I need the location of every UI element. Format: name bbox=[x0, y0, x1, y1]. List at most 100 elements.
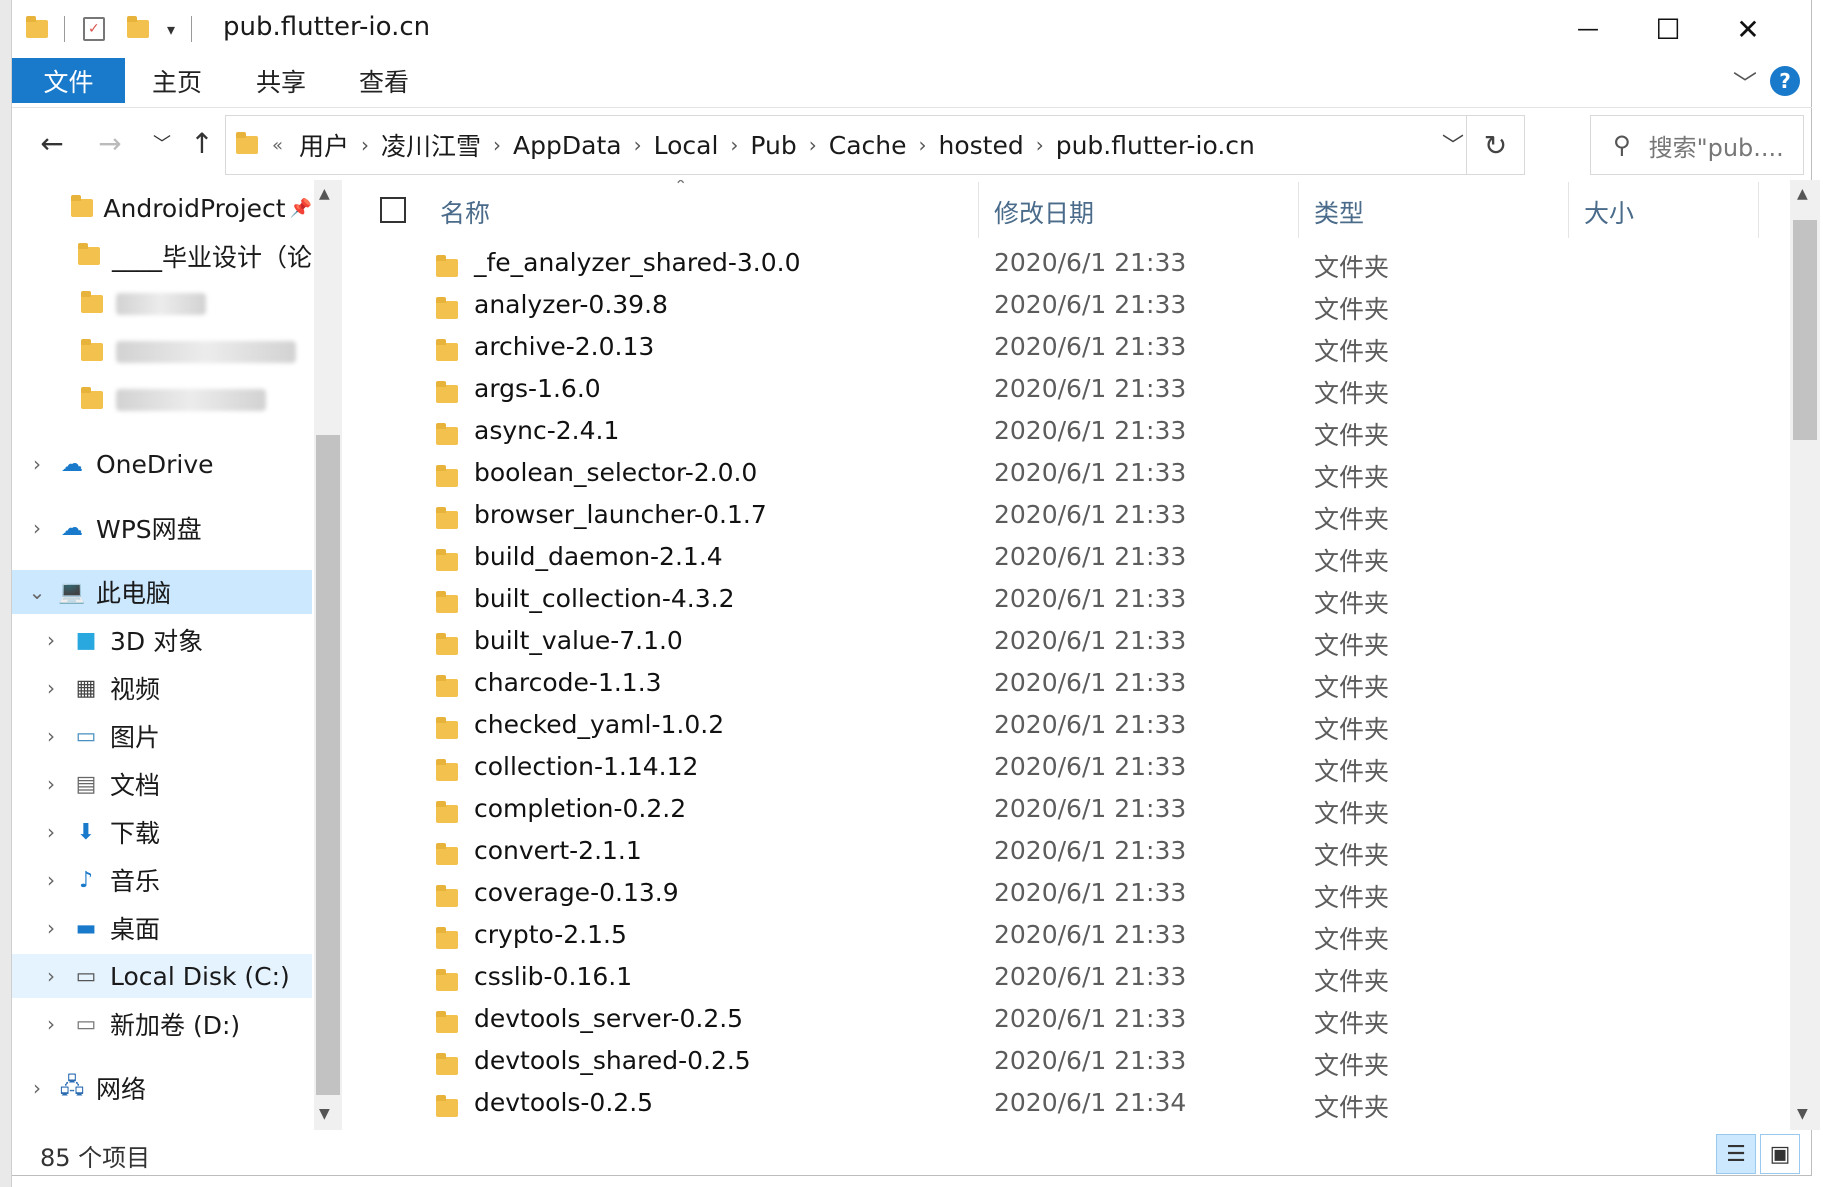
tab-home[interactable]: 主页 bbox=[152, 58, 202, 103]
expand-chevron-icon[interactable]: › bbox=[40, 724, 62, 748]
expand-chevron-icon[interactable]: › bbox=[40, 676, 62, 700]
search-input[interactable]: ⚲ 搜索"pub.... bbox=[1590, 115, 1804, 175]
up-button[interactable]: ↑ bbox=[182, 123, 222, 163]
nav-item-3d-objects[interactable]: › ■ 3D 对象 bbox=[12, 618, 312, 662]
breadcrumb-item[interactable]: Cache bbox=[821, 131, 915, 160]
nav-item-local-disk-c[interactable]: › ▭ Local Disk (C:) bbox=[12, 954, 312, 998]
nav-item-music[interactable]: › ♪ 音乐 bbox=[12, 858, 312, 902]
expand-chevron-icon[interactable]: › bbox=[26, 516, 48, 540]
scroll-down-arrow-icon[interactable]: ▼ bbox=[319, 1106, 330, 1122]
column-divider[interactable] bbox=[1568, 182, 1569, 238]
large-icons-view-button[interactable]: ▣ bbox=[1760, 1134, 1800, 1174]
breadcrumb-item-current[interactable]: pub.flutter-io.cn bbox=[1048, 131, 1263, 160]
expand-chevron-icon[interactable]: › bbox=[40, 964, 62, 988]
pin-icon[interactable]: 📌 bbox=[290, 198, 312, 219]
table-row[interactable]: build_daemon-2.1.4 2020/6/1 21:33 文件夹 bbox=[358, 536, 1778, 578]
minimize-button[interactable]: — bbox=[1548, 4, 1628, 54]
expand-chevron-icon[interactable]: › bbox=[26, 452, 48, 476]
table-row[interactable]: crypto-2.1.5 2020/6/1 21:33 文件夹 bbox=[358, 914, 1778, 956]
nav-item-downloads[interactable]: › ⬇ 下载 bbox=[12, 810, 312, 854]
chevron-right-icon[interactable]: › bbox=[805, 133, 821, 157]
column-header-type[interactable]: 类型 bbox=[1314, 194, 1364, 230]
table-row[interactable]: _fe_analyzer_shared-3.0.0 2020/6/1 21:33 文… bbox=[358, 242, 1778, 284]
nav-item-wps[interactable]: › ☁ WPS网盘 bbox=[12, 506, 312, 550]
table-row[interactable]: built_collection-4.3.2 2020/6/1 21:33 文件夹 bbox=[358, 578, 1778, 620]
folder-icon[interactable] bbox=[26, 16, 48, 38]
nav-item-documents[interactable]: › ▤ 文档 bbox=[12, 762, 312, 806]
maximize-button[interactable]: ☐ bbox=[1628, 4, 1708, 54]
properties-icon[interactable]: ✓ bbox=[83, 17, 105, 41]
breadcrumb-item[interactable]: AppData bbox=[505, 131, 630, 160]
nav-item-thesis[interactable]: ____毕业设计（论 bbox=[12, 234, 312, 278]
nav-item-onedrive[interactable]: › ☁ OneDrive bbox=[12, 442, 312, 486]
table-row[interactable]: async-2.4.1 2020/6/1 21:33 文件夹 bbox=[358, 410, 1778, 452]
help-button[interactable]: ? bbox=[1770, 66, 1800, 96]
nav-item-blurred[interactable] bbox=[12, 282, 312, 326]
address-history-chevron-icon[interactable]: ﹀ bbox=[1442, 128, 1464, 160]
table-row[interactable]: boolean_selector-2.0.0 2020/6/1 21:33 文件夹 bbox=[358, 452, 1778, 494]
expand-chevron-icon[interactable]: › bbox=[26, 1076, 48, 1100]
expand-chevron-icon[interactable]: › bbox=[40, 916, 62, 940]
table-row[interactable]: coverage-0.13.9 2020/6/1 21:33 文件夹 bbox=[358, 872, 1778, 914]
breadcrumb-item[interactable]: hosted bbox=[931, 131, 1032, 160]
expand-ribbon-chevron-icon[interactable]: ﹀ bbox=[1733, 64, 1757, 99]
scroll-up-arrow-icon[interactable]: ▲ bbox=[1797, 186, 1808, 202]
breadcrumb-item[interactable]: Local bbox=[646, 131, 727, 160]
table-row[interactable]: collection-1.14.12 2020/6/1 21:33 文件夹 bbox=[358, 746, 1778, 788]
table-row[interactable]: analyzer-0.39.8 2020/6/1 21:33 文件夹 bbox=[358, 284, 1778, 326]
table-row[interactable]: devtools_shared-0.2.5 2020/6/1 21:33 文件夹 bbox=[358, 1040, 1778, 1082]
table-row[interactable]: archive-2.0.13 2020/6/1 21:33 文件夹 bbox=[358, 326, 1778, 368]
tab-file[interactable]: 文件 bbox=[12, 58, 125, 103]
tab-share[interactable]: 共享 bbox=[256, 58, 306, 103]
chevron-right-icon[interactable]: › bbox=[357, 133, 373, 157]
column-header-date[interactable]: 修改日期 bbox=[994, 194, 1094, 230]
nav-item-videos[interactable]: › ▦ 视频 bbox=[12, 666, 312, 710]
table-row[interactable]: devtools_server-0.2.5 2020/6/1 21:33 文件夹 bbox=[358, 998, 1778, 1040]
refresh-button[interactable]: ↻ bbox=[1466, 116, 1524, 174]
close-button[interactable]: ✕ bbox=[1708, 4, 1788, 54]
table-row[interactable]: built_value-7.1.0 2020/6/1 21:33 文件夹 bbox=[358, 620, 1778, 662]
overflow-chevron-icon[interactable]: « bbox=[272, 135, 283, 156]
breadcrumb-item[interactable]: 用户 bbox=[291, 127, 357, 163]
table-row[interactable]: devtools-0.2.5 2020/6/1 21:34 文件夹 bbox=[358, 1082, 1778, 1124]
table-row[interactable]: csslib-0.16.1 2020/6/1 21:33 文件夹 bbox=[358, 956, 1778, 998]
nav-item-drive-d[interactable]: › ▭ 新加卷 (D:) bbox=[12, 1002, 312, 1046]
expand-chevron-icon[interactable]: › bbox=[40, 1012, 62, 1036]
chevron-right-icon[interactable]: › bbox=[1032, 133, 1048, 157]
nav-item-pictures[interactable]: › ▭ 图片 bbox=[12, 714, 312, 758]
expand-chevron-icon[interactable]: › bbox=[40, 820, 62, 844]
chevron-right-icon[interactable]: › bbox=[630, 133, 646, 157]
new-folder-icon[interactable] bbox=[127, 16, 149, 38]
customize-toolbar-icon[interactable]: ▾ bbox=[167, 20, 175, 39]
chevron-right-icon[interactable]: › bbox=[726, 133, 742, 157]
recent-locations-chevron-icon[interactable]: ﹀ bbox=[142, 123, 182, 163]
nav-item-network[interactable]: › 🖧 网络 bbox=[12, 1066, 312, 1110]
forward-button[interactable]: → bbox=[90, 123, 130, 163]
details-view-button[interactable]: ☰ bbox=[1716, 1134, 1756, 1174]
table-row[interactable]: browser_launcher-0.1.7 2020/6/1 21:33 文件夹 bbox=[358, 494, 1778, 536]
breadcrumb-item[interactable]: Pub bbox=[742, 131, 804, 160]
nav-item-blurred[interactable] bbox=[12, 378, 312, 422]
nav-item-this-pc[interactable]: ⌄ 💻 此电脑 bbox=[12, 570, 312, 614]
table-row[interactable]: convert-2.1.1 2020/6/1 21:33 文件夹 bbox=[358, 830, 1778, 872]
collapse-chevron-icon[interactable]: ⌄ bbox=[26, 580, 48, 604]
expand-chevron-icon[interactable]: › bbox=[40, 628, 62, 652]
address-bar[interactable]: « 用户 › 凌川江雪 › AppData › Local › Pub › Ca… bbox=[225, 115, 1525, 175]
select-all-checkbox[interactable] bbox=[380, 197, 406, 223]
expand-chevron-icon[interactable]: › bbox=[40, 868, 62, 892]
column-divider[interactable] bbox=[1298, 182, 1299, 238]
scroll-up-arrow-icon[interactable]: ▲ bbox=[319, 186, 330, 202]
scroll-down-arrow-icon[interactable]: ▼ bbox=[1797, 1106, 1808, 1122]
column-header-size[interactable]: 大小 bbox=[1584, 194, 1634, 230]
expand-chevron-icon[interactable]: › bbox=[40, 772, 62, 796]
nav-scrollbar[interactable]: ▲ ▼ bbox=[314, 180, 342, 1130]
scrollbar-thumb[interactable] bbox=[1793, 220, 1817, 440]
file-list-scrollbar[interactable]: ▲ ▼ bbox=[1790, 180, 1820, 1130]
tab-view[interactable]: 查看 bbox=[359, 58, 409, 103]
column-header-name[interactable]: 名称 bbox=[440, 194, 490, 230]
table-row[interactable]: args-1.6.0 2020/6/1 21:33 文件夹 bbox=[358, 368, 1778, 410]
table-row[interactable]: checked_yaml-1.0.2 2020/6/1 21:33 文件夹 bbox=[358, 704, 1778, 746]
chevron-right-icon[interactable]: › bbox=[489, 133, 505, 157]
scrollbar-thumb[interactable] bbox=[316, 435, 340, 1095]
nav-item-blurred[interactable] bbox=[12, 330, 312, 374]
